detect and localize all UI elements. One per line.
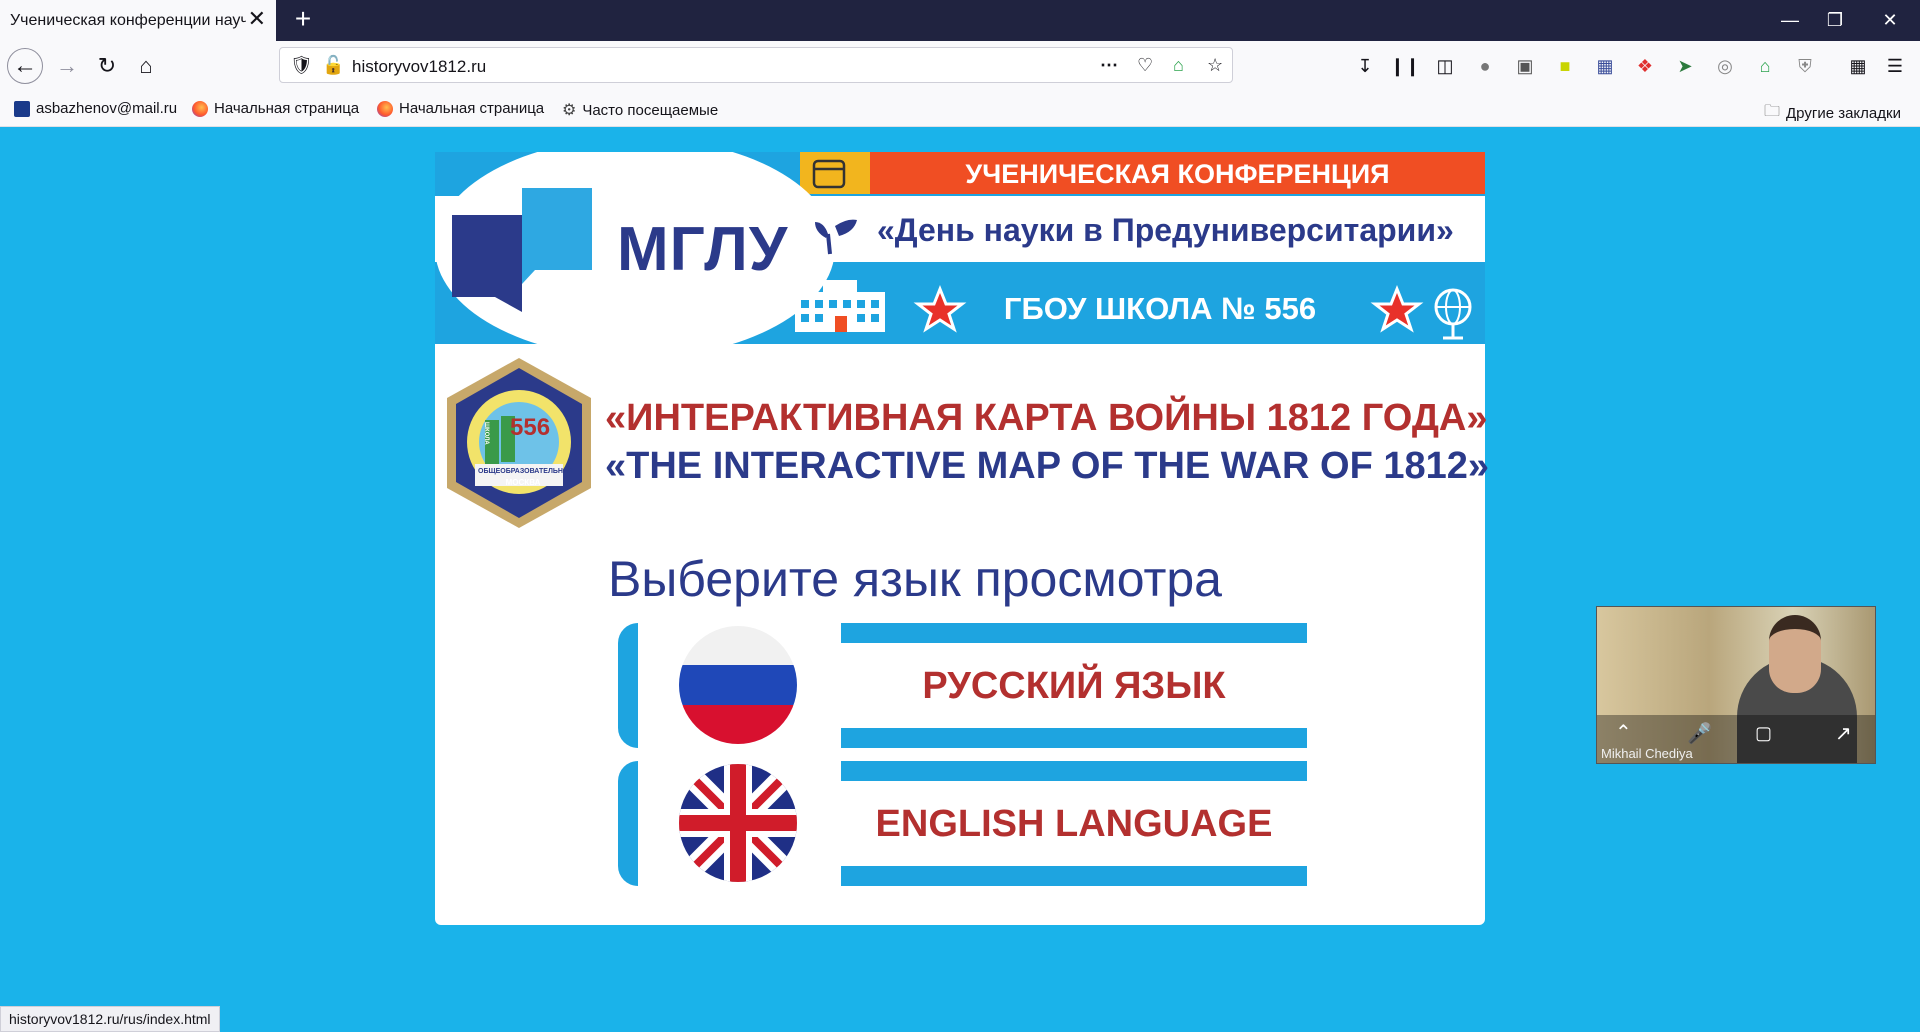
language-select-card: 556 ОБЩЕОБРАЗОВАТЕЛЬНАЯ МОСКВА ШКОЛА «ИН… [435, 344, 1490, 925]
day-of-science-title: «День науки в Предуниверситарии» [877, 212, 1454, 248]
emblem-city: МОСКВА [505, 478, 541, 487]
url-text[interactable]: historyvov1812.ru [352, 57, 486, 77]
extension-s-icon[interactable]: ❖ [1632, 53, 1658, 79]
extension-square-icon[interactable]: ■ [1552, 53, 1578, 79]
pocket-icon[interactable]: ♡ [1137, 55, 1153, 76]
home-button[interactable]: ⌂ [131, 51, 161, 81]
address-bar[interactable]: 🛡 🔓 historyvov1812.ru ⋯ ♡ ⌂ ☆ [279, 47, 1233, 83]
reload-button[interactable]: ↻ [92, 51, 122, 81]
forward-button[interactable]: → [52, 51, 82, 81]
extension-home-icon[interactable]: ⌂ [1173, 55, 1184, 76]
english-language-button[interactable]: ENGLISH LANGUAGE [618, 761, 1307, 886]
restore-icon[interactable]: ❐ [1815, 8, 1855, 32]
extension-globe-icon[interactable]: ● [1472, 53, 1498, 79]
extension-target-icon[interactable]: ◎ [1712, 53, 1738, 79]
bookmark-label: Начальная страница [399, 100, 545, 117]
bookmark-item[interactable]: asbazhenov@mail.ru [14, 100, 177, 117]
bookmark-star-icon[interactable]: ☆ [1207, 55, 1223, 76]
emblem-text: ОБЩЕОБРАЗОВАТЕЛЬНАЯ [478, 468, 574, 475]
minimize-icon[interactable]: — [1770, 8, 1810, 32]
choose-language-heading: Выберите язык просмотра [608, 551, 1222, 607]
decorative-bracket [618, 623, 638, 748]
decorative-bracket [618, 761, 638, 886]
russian-language-button[interactable]: РУССКИЙ ЯЗЫК [618, 623, 1307, 748]
school-label: ГБОУ ШКОЛА № 556 [1003, 291, 1317, 326]
russian-language-label: РУССКИЙ ЯЗЫК [922, 665, 1226, 707]
stop-video-icon[interactable]: ▢ [1755, 723, 1772, 744]
extension-code-icon[interactable]: ▣ [1512, 53, 1538, 79]
tab-strip: Ученическая конференции научн ✕ + — ❐ ✕ [0, 0, 1920, 41]
expand-up-icon[interactable]: ⌃ [1615, 720, 1632, 745]
bookmarks-toolbar: asbazhenov@mail.ru Начальная страница На… [0, 91, 1920, 127]
extension-badge-icon[interactable]: ▦ [1592, 53, 1618, 79]
video-call-window[interactable]: ⌃ 🎤 ▢ ↗ Mikhail Chediya [1596, 606, 1876, 764]
participant-head [1769, 615, 1821, 693]
gear-icon: ⚙ [562, 102, 577, 119]
bookmark-item[interactable]: Начальная страница [377, 100, 544, 117]
window-close-icon[interactable]: ✕ [1870, 8, 1910, 32]
sidebar-icon[interactable]: ◫ [1432, 53, 1458, 79]
navigation-toolbar: ← → ↻ ⌂ 🛡 🔓 historyvov1812.ru ⋯ ♡ ⌂ ☆ ↧ … [0, 41, 1920, 91]
folder-icon: 🗀 [1764, 103, 1781, 120]
participant-name: Mikhail Chediya [1601, 746, 1693, 761]
conference-label: УЧЕНИЧЕСКАЯ КОНФЕРЕНЦИЯ [965, 159, 1390, 189]
bookmark-label: Другие закладки [1786, 105, 1901, 122]
bookmark-label: Часто посещаемые [582, 101, 719, 119]
page-actions-icon[interactable]: ⋯ [1100, 55, 1118, 76]
firefox-icon [192, 100, 208, 117]
downloads-icon[interactable]: ↧ [1352, 53, 1378, 79]
extension-arrow-icon[interactable]: ➤ [1672, 53, 1698, 79]
library-icon[interactable]: ❙❙ [1390, 53, 1420, 79]
new-tab-button[interactable]: + [288, 5, 318, 35]
other-bookmarks[interactable]: 🗀 Другие закладки [1764, 100, 1901, 127]
uk-flag-icon [679, 764, 797, 882]
emblem-number: 556 [510, 414, 551, 441]
insecure-lock-icon[interactable]: 🔓 [322, 55, 344, 76]
emblem-school: ШКОЛА [483, 422, 489, 445]
bookmark-label: Начальная страница [214, 100, 360, 117]
share-screen-icon[interactable]: ↗ [1835, 721, 1852, 746]
bookmark-label: asbazhenov@mail.ru [36, 100, 178, 117]
decorative-stripe [841, 728, 1307, 748]
russian-flag-icon [679, 626, 797, 744]
university-name: МГЛУ [617, 215, 789, 284]
decorative-stripe [841, 761, 1307, 781]
back-button[interactable]: ← [7, 48, 43, 84]
shield-icon[interactable]: 🛡 [290, 55, 313, 76]
extension-house-icon[interactable]: ⌂ [1752, 53, 1778, 79]
bookmark-item[interactable]: Начальная страница [192, 100, 359, 117]
decorative-stripe [841, 866, 1307, 886]
extension-shield-icon[interactable]: ⛨ [1792, 53, 1818, 79]
tab-active[interactable]: Ученическая конференции научн ✕ [0, 0, 276, 41]
mute-mic-icon[interactable]: 🎤 [1687, 721, 1712, 746]
close-tab-icon[interactable]: ✕ [248, 8, 266, 30]
decorative-stripe [841, 623, 1307, 643]
firefox-icon [377, 100, 393, 117]
school-emblem-icon [447, 358, 591, 528]
map-title-en: «THE INTERACTIVE MAP OF THE WAR OF 1812» [605, 445, 1490, 487]
extensions-icon[interactable]: ▦ [1845, 53, 1871, 79]
conference-banner: УЧЕНИЧЕСКАЯ КОНФЕРЕНЦИЯ МГЛУ «День науки… [435, 152, 1485, 344]
bookmark-item[interactable]: ⚙ Часто посещаемые [562, 100, 718, 120]
tab-title: Ученическая конференции научн [10, 12, 246, 29]
english-language-label: ENGLISH LANGUAGE [875, 803, 1273, 845]
menu-icon[interactable]: ☰ [1882, 53, 1908, 79]
map-title-ru: «ИНТЕРАКТИВНАЯ КАРТА ВОЙНЫ 1812 ГОДА» [605, 397, 1488, 439]
mail-icon [14, 100, 30, 117]
status-url: historyvov1812.ru/rus/index.html [0, 1006, 220, 1032]
